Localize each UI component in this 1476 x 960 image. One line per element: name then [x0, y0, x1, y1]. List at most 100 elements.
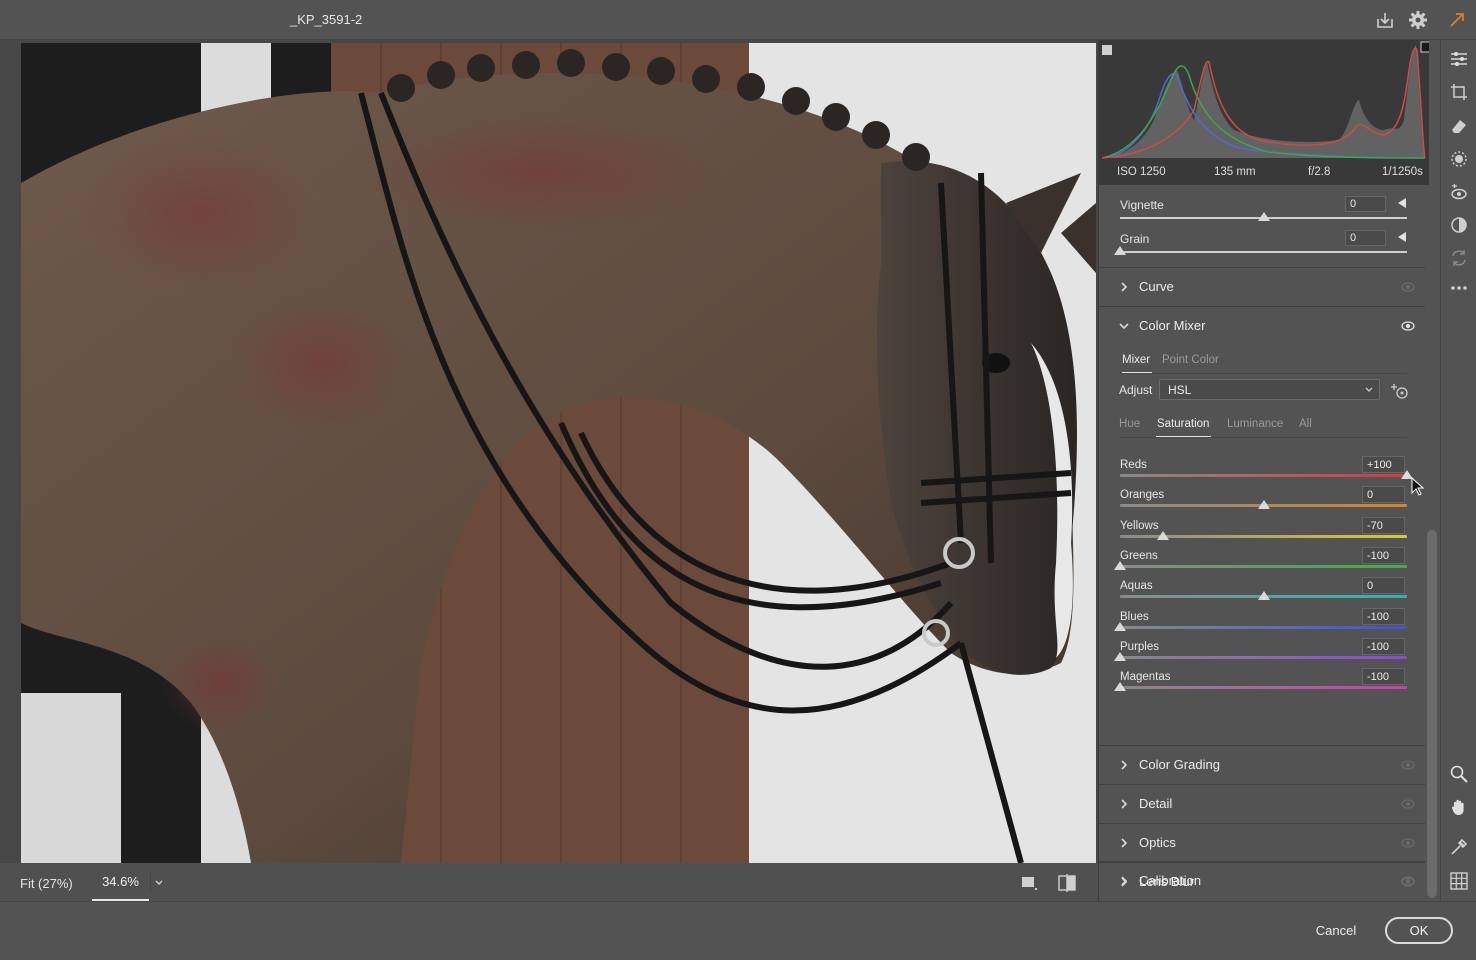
eye-icon[interactable]: [1401, 837, 1415, 849]
crop-icon[interactable]: [1449, 82, 1469, 102]
hsl-value-input[interactable]: -70: [1362, 516, 1405, 534]
mouse-cursor-icon: [1411, 477, 1425, 496]
section-optics[interactable]: Optics: [1099, 823, 1425, 862]
hsl-row-purples: Purples -100: [1099, 637, 1425, 671]
hsl-value-input[interactable]: 0: [1362, 486, 1405, 504]
expand-icon[interactable]: [1446, 9, 1468, 31]
eraser-icon[interactable]: [1449, 116, 1469, 136]
tab-mixer[interactable]: Mixer: [1122, 354, 1150, 366]
hsl-row-blues: Blues -100: [1099, 607, 1425, 641]
zoom-icon[interactable]: [1449, 764, 1469, 784]
presets-icon[interactable]: [1449, 215, 1469, 235]
grain-label: Grain: [1120, 232, 1150, 246]
eye-icon[interactable]: [1401, 798, 1415, 810]
zoom-dropdown-button[interactable]: [150, 871, 166, 893]
save-icon[interactable]: [1374, 9, 1396, 31]
shutter-value: 1/1250s: [1382, 166, 1423, 178]
histogram: ISO 1250 135 mm f/2.8 1/1250s: [1099, 40, 1432, 185]
section-color-grading[interactable]: Color Grading: [1099, 745, 1425, 784]
hsl-row-oranges: Oranges 0: [1099, 486, 1425, 519]
hsl-slider-track[interactable]: [1120, 655, 1407, 659]
zoom-fit-button[interactable]: Fit (27%): [20, 876, 73, 891]
section-label: Curve: [1139, 279, 1174, 294]
image-canvas[interactable]: [0, 40, 1098, 863]
hsl-slider-track[interactable]: [1120, 564, 1407, 568]
hsl-label: Magentas: [1120, 671, 1171, 684]
hsl-row-reds: Reds +100: [1099, 456, 1425, 489]
grid-icon[interactable]: [1449, 871, 1469, 891]
tab-luminance[interactable]: Luminance: [1227, 418, 1283, 430]
settings-icon[interactable]: [1407, 9, 1429, 31]
tab-saturation[interactable]: Saturation: [1157, 418, 1209, 430]
grain-row: Grain 0: [1099, 224, 1425, 258]
vignette-input[interactable]: 0: [1345, 196, 1386, 212]
hsl-value-input[interactable]: -100: [1362, 607, 1405, 625]
adjust-select[interactable]: HSL: [1159, 379, 1380, 400]
snapshots-icon[interactable]: [1449, 248, 1469, 268]
sampler-icon[interactable]: [1449, 837, 1469, 857]
hsl-slider-track[interactable]: [1120, 686, 1407, 690]
grain-input[interactable]: 0: [1345, 230, 1386, 246]
iso-value: ISO 1250: [1117, 166, 1166, 178]
shadow-clipping-icon[interactable]: [1102, 45, 1112, 55]
vignette-reset-arrow-icon[interactable]: [1398, 198, 1406, 208]
section-label: Calibration: [1139, 873, 1202, 888]
hsl-slider-thumb[interactable]: [1257, 500, 1270, 510]
masking-icon[interactable]: [1449, 149, 1469, 169]
panel-scroll-area[interactable]: Vignette 0 Grain 0 Curve Color Mixer Mix…: [1099, 186, 1429, 901]
tab-all[interactable]: All: [1299, 418, 1312, 430]
hsl-slider-track[interactable]: [1120, 625, 1407, 629]
targeted-adjustment-icon[interactable]: [1388, 379, 1410, 401]
eye-icon[interactable]: [1401, 759, 1415, 771]
redeye-icon[interactable]: [1449, 183, 1469, 203]
focal-length-value: 135 mm: [1214, 166, 1256, 178]
cancel-button[interactable]: Cancel: [1302, 918, 1370, 944]
section-label: Optics: [1139, 835, 1176, 850]
hsl-value-input[interactable]: +100: [1362, 456, 1405, 473]
hsl-slider-thumb[interactable]: [1114, 621, 1126, 631]
adjust-select-value: HSL: [1168, 383, 1192, 397]
hsl-slider-thumb[interactable]: [1114, 682, 1126, 692]
tab-point-color[interactable]: Point Color: [1162, 354, 1219, 366]
grain-slider-thumb[interactable]: [1114, 246, 1126, 255]
hsl-slider-thumb[interactable]: [1114, 560, 1126, 570]
eye-icon[interactable]: [1401, 320, 1415, 332]
chevron-right-icon: [1121, 760, 1128, 770]
ok-button[interactable]: OK: [1385, 917, 1453, 944]
eye-icon[interactable]: [1401, 281, 1415, 293]
more-icon[interactable]: [1449, 278, 1469, 298]
hsl-slider-thumb[interactable]: [1257, 591, 1270, 601]
section-calibration[interactable]: Calibration: [1099, 861, 1425, 900]
hsl-value-input[interactable]: -100: [1362, 546, 1405, 564]
hsl-slider-track[interactable]: [1120, 474, 1407, 477]
chevron-down-icon: [155, 880, 163, 885]
zoom-level-button[interactable]: 34.6%: [92, 863, 149, 901]
section-color-mixer[interactable]: Color Mixer: [1099, 306, 1425, 346]
panel-scrollbar[interactable]: [1427, 530, 1437, 898]
tab-hue[interactable]: Hue: [1119, 418, 1140, 430]
eye-icon[interactable]: [1401, 875, 1415, 887]
hsl-slider-thumb[interactable]: [1114, 651, 1126, 661]
chevron-down-icon: [1119, 323, 1129, 330]
hsl-slider-thumb[interactable]: [1157, 530, 1170, 540]
horse-photo[interactable]: [21, 43, 1096, 863]
grain-slider[interactable]: [1120, 251, 1407, 253]
hand-icon[interactable]: [1449, 797, 1469, 817]
hsl-value-input[interactable]: -100: [1362, 637, 1405, 655]
chevron-right-icon: [1121, 838, 1128, 848]
section-curve[interactable]: Curve: [1099, 267, 1425, 306]
dialog-footer: Cancel OK: [0, 901, 1476, 960]
single-view-icon[interactable]: [1020, 875, 1038, 891]
before-after-view-icon[interactable]: [1057, 874, 1077, 892]
canvas-status-bar: Fit (27%) 34.6%: [0, 863, 1098, 901]
section-label: Detail: [1139, 796, 1173, 811]
grain-reset-arrow-icon[interactable]: [1398, 232, 1406, 242]
vignette-slider-thumb[interactable]: [1257, 212, 1270, 221]
highlight-clipping-icon[interactable]: [1420, 41, 1432, 53]
chevron-right-icon: [1121, 799, 1128, 809]
section-detail[interactable]: Detail: [1099, 784, 1425, 823]
section-label: Color Grading: [1139, 757, 1220, 772]
hsl-value-input[interactable]: 0: [1362, 577, 1405, 595]
edit-icon[interactable]: [1449, 49, 1469, 69]
hsl-value-input[interactable]: -100: [1362, 668, 1405, 686]
